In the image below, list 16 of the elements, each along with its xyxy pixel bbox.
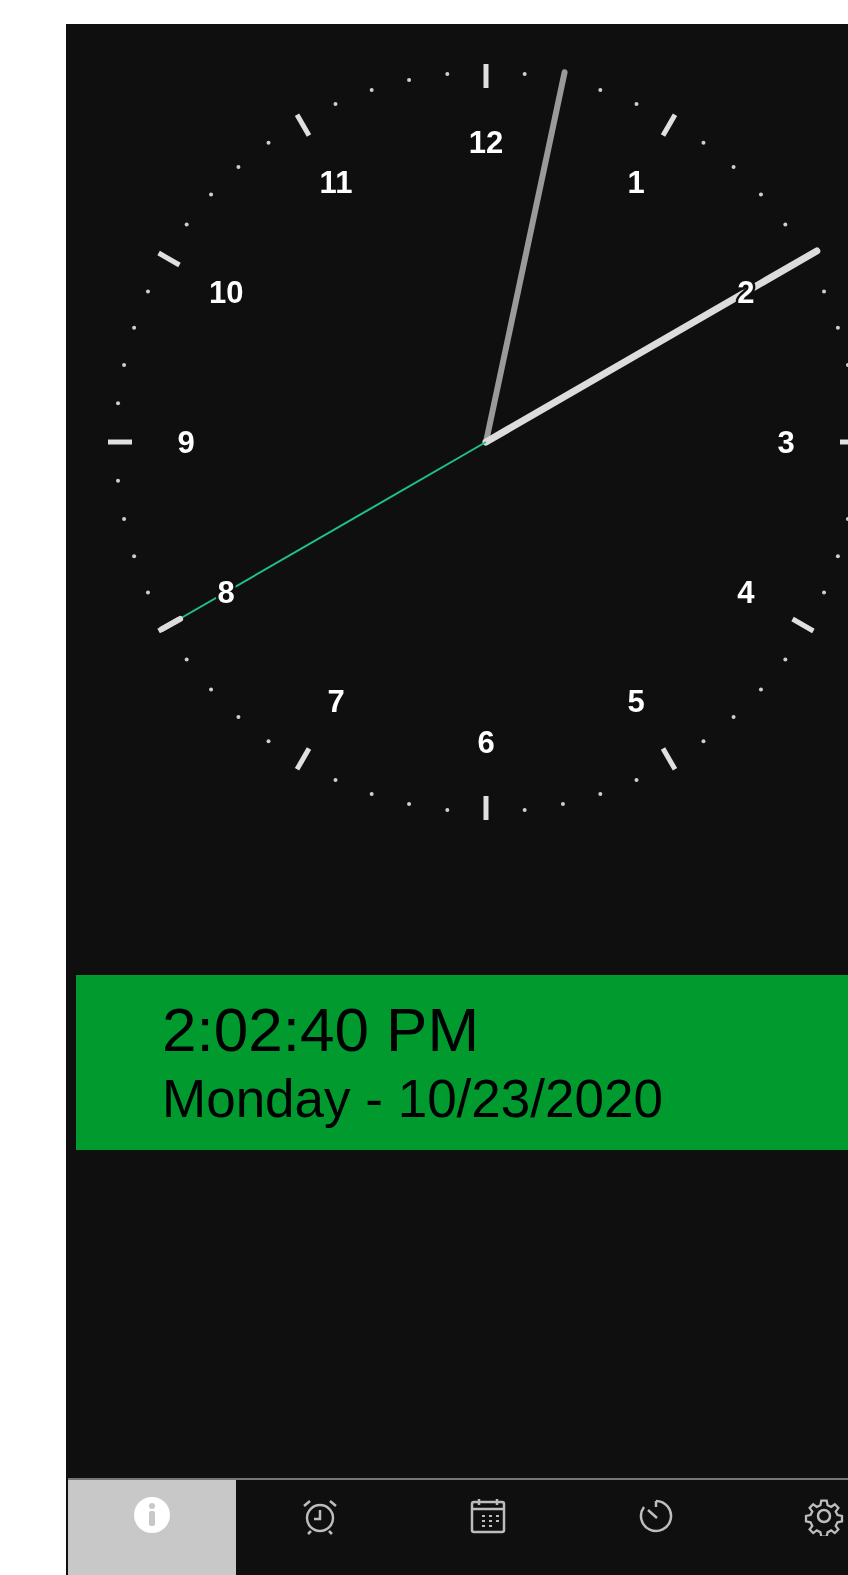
clock-number: 3 xyxy=(777,424,795,460)
clock-number: 5 xyxy=(627,684,645,720)
clock-number: 1 xyxy=(627,164,645,200)
info-icon xyxy=(133,1496,171,1534)
clock-number: 6 xyxy=(477,724,495,760)
digital-time: 2:02:40 PM xyxy=(162,996,481,1065)
clock-number: 11 xyxy=(319,164,353,200)
info-tab[interactable] xyxy=(68,1480,236,1575)
clock-number: 2 xyxy=(737,274,755,310)
clock-number: 4 xyxy=(737,574,755,610)
clock-number: 10 xyxy=(208,274,244,310)
calendar-icon xyxy=(468,1496,508,1536)
date-text: Monday - 10/23/2020 xyxy=(162,1070,664,1129)
clock-number: 9 xyxy=(177,424,195,460)
clock-number: 12 xyxy=(468,124,504,160)
clock-number: 7 xyxy=(327,684,345,720)
